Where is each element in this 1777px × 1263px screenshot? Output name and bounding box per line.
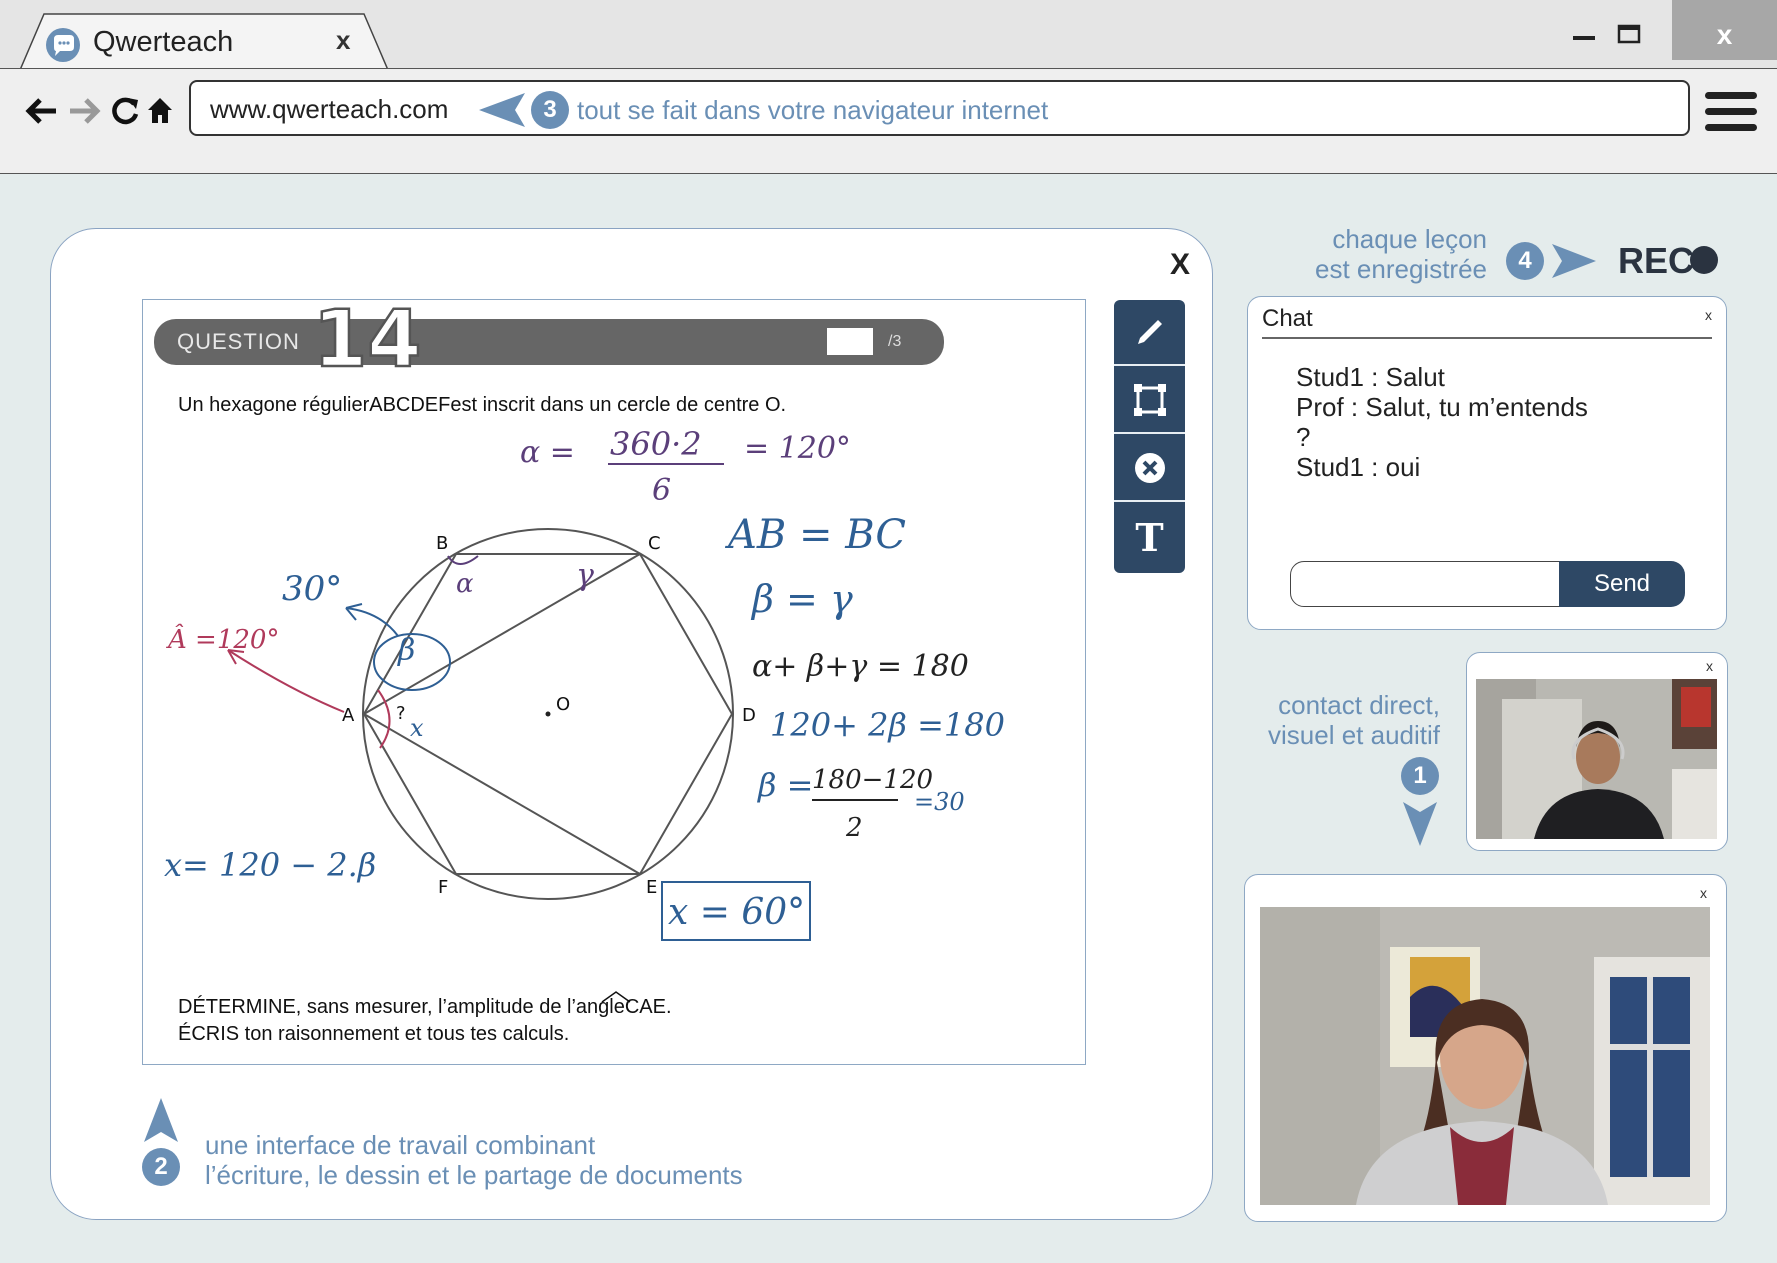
chat-divider xyxy=(1262,337,1712,339)
vertex-label-o: O xyxy=(556,694,570,715)
chat-message: Stud1 : Salut xyxy=(1296,362,1445,392)
qwerteach-logo-icon xyxy=(46,28,80,62)
arrow-left-icon xyxy=(479,93,525,127)
recording-dot-icon xyxy=(1690,246,1718,274)
hw-x-label: x xyxy=(410,714,424,742)
text-tool[interactable]: T xyxy=(1114,504,1185,570)
hw-alpha-lhs: α = xyxy=(520,435,575,470)
drawing-toolbar: T xyxy=(1114,300,1185,573)
arrow-right-icon xyxy=(1552,244,1596,278)
erase-icon xyxy=(1134,453,1165,483)
hw-eq2: 120+ 2β =180 xyxy=(770,706,1005,744)
tab-close-button[interactable]: x xyxy=(336,25,350,56)
arrow-up-icon xyxy=(144,1098,178,1142)
whiteboard-drawing[interactable]: B C D E F A O α = 360·2 6 = 120° α γ AB … xyxy=(142,299,1086,1065)
angle-hat xyxy=(601,991,631,1003)
hw-arcs: AB = BC xyxy=(724,512,906,558)
hw-sum: α+ β+γ = 180 xyxy=(752,649,969,684)
teacher-video-close-button[interactable]: x xyxy=(1706,658,1713,674)
annotation-badge-2: 2 xyxy=(142,1148,180,1186)
annotation-badge-3: 3 xyxy=(531,91,569,129)
reload-icon[interactable] xyxy=(106,92,146,130)
send-button[interactable]: Send xyxy=(1559,561,1685,607)
hw-x-result: x = 60° xyxy=(668,892,805,933)
contact-hint-line1: contact direct, xyxy=(1278,690,1440,720)
chat-message: Stud1 : oui xyxy=(1296,452,1421,482)
back-arrow-icon[interactable] xyxy=(22,92,62,130)
hw-beta-gamma: β = γ xyxy=(750,577,853,621)
hw-alpha-mark: α xyxy=(456,569,474,599)
annotation-badge-1: 1 xyxy=(1401,757,1439,795)
forward-arrow-icon[interactable] xyxy=(64,92,104,130)
vertex-label-c: C xyxy=(648,533,661,554)
tab-title: Qwerteach xyxy=(93,26,234,58)
home-icon[interactable] xyxy=(142,92,182,130)
hw-beta-denominator: 2 xyxy=(845,813,863,843)
chat-message: Prof : Salut, tu m’entends xyxy=(1296,392,1588,422)
student-video-feed[interactable] xyxy=(1260,907,1710,1205)
minimize-window-icon[interactable] xyxy=(1565,18,1607,48)
close-window-button[interactable]: x xyxy=(1672,0,1777,60)
student-video-close-button[interactable]: x xyxy=(1700,885,1707,901)
vertex-label-e: E xyxy=(646,877,657,898)
hw-x-equation: x= 120 − 2.β xyxy=(164,846,376,884)
recording-hint-line2: est enregistrée xyxy=(1315,254,1487,284)
hw-beta-mark: β xyxy=(397,633,415,668)
hw-beta-lhs: β = xyxy=(757,766,813,804)
arrow-down-icon xyxy=(1403,802,1437,846)
workspace-hint-line2: l’écriture, le dessin et le partage de d… xyxy=(205,1160,743,1190)
pen-tool[interactable] xyxy=(1114,300,1185,366)
menu-icon[interactable] xyxy=(1705,92,1757,132)
hw-alpha-denominator: 6 xyxy=(652,473,671,508)
vertex-label-f: F xyxy=(438,877,448,898)
hw-alpha-numerator: 360·2 xyxy=(610,425,702,463)
contact-hint-line2: visuel et auditif xyxy=(1268,720,1440,750)
workspace-close-button[interactable]: X xyxy=(1170,248,1190,282)
pen-icon xyxy=(1137,320,1162,344)
rec-label: REC xyxy=(1618,240,1695,281)
hw-thirty: 30° xyxy=(282,569,342,609)
chat-close-button[interactable]: x xyxy=(1705,307,1712,323)
url-text: www.qwerteach.com xyxy=(210,94,449,124)
teacher-video-feed[interactable] xyxy=(1476,679,1717,839)
hw-angle-a: Â =120° xyxy=(166,623,279,655)
erase-tool[interactable] xyxy=(1114,436,1185,502)
vertex-label-b: B xyxy=(436,533,448,554)
chat-input[interactable] xyxy=(1290,561,1560,607)
chat-title: Chat xyxy=(1262,305,1313,332)
center-point xyxy=(545,711,551,717)
workspace-hint-line1: une interface de travail combinant xyxy=(205,1130,596,1160)
text-tool-icon: T xyxy=(1135,514,1164,560)
vertex-label-a: A xyxy=(342,705,355,726)
browser-hint-text: tout se fait dans votre navigateur inter… xyxy=(577,95,1049,125)
hw-alpha-result: = 120° xyxy=(744,431,851,466)
maximize-window-icon[interactable] xyxy=(1611,18,1653,48)
annotation-badge-4: 4 xyxy=(1506,242,1544,280)
hw-question-mark: ? xyxy=(396,703,406,724)
hw-beta-result: =30 xyxy=(914,788,965,816)
segment-ae xyxy=(363,713,641,875)
vertex-label-d: D xyxy=(742,705,756,726)
hw-gamma-mark: γ xyxy=(576,558,594,593)
crop-icon xyxy=(1133,384,1166,416)
recording-hint-line1: chaque leçon xyxy=(1332,224,1487,254)
select-tool[interactable] xyxy=(1114,368,1185,434)
chat-message: ? xyxy=(1296,422,1311,452)
